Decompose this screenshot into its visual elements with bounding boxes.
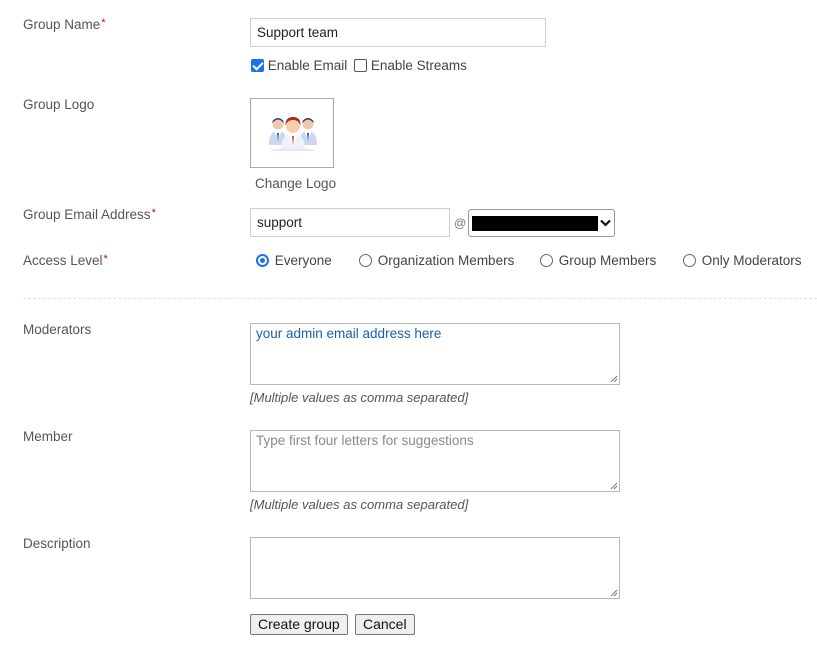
description-textarea[interactable] (250, 537, 620, 599)
access-option-label[interactable]: Everyone (275, 253, 332, 268)
moderators-textarea[interactable]: your admin email address here (250, 323, 620, 385)
resize-grip-icon[interactable] (610, 589, 618, 597)
chevron-down-icon (600, 219, 611, 227)
enable-email-checkbox[interactable] (251, 59, 264, 72)
resize-grip-icon[interactable] (610, 482, 618, 490)
section-divider (23, 298, 817, 299)
access-option-label[interactable]: Organization Members (378, 253, 515, 268)
at-sign: @ (454, 216, 467, 230)
access-option-group-members[interactable]: Group Members (540, 253, 656, 268)
member-textarea[interactable]: Type first four letters for suggestions (250, 430, 620, 492)
change-logo-link[interactable]: Change Logo (255, 176, 336, 191)
group-logo-label: Group Logo (23, 97, 95, 112)
moderators-label: Moderators (23, 322, 92, 337)
group-people-icon (269, 117, 317, 151)
enable-streams-checkbox[interactable] (354, 59, 368, 72)
radio-everyone[interactable] (256, 254, 269, 267)
member-label: Member (23, 429, 73, 444)
group-options: Enable Email Enable Streams (251, 58, 467, 73)
access-option-label[interactable]: Group Members (559, 253, 657, 268)
moderators-value: your admin email address here (256, 326, 442, 341)
group-email-label: Group Email Address* (23, 207, 156, 222)
access-option-label[interactable]: Only Moderators (702, 253, 802, 268)
required-mark: * (151, 207, 156, 219)
group-email-label-text: Group Email Address (23, 207, 151, 222)
group-name-label: Group Name* (23, 17, 106, 32)
radio-only-moderators[interactable] (683, 254, 696, 267)
access-level-label-text: Access Level (23, 253, 103, 268)
group-email-input[interactable] (250, 208, 450, 237)
access-option-organization-members[interactable]: Organization Members (359, 253, 514, 268)
create-group-button[interactable]: Create group (250, 614, 348, 635)
required-mark: * (101, 17, 106, 29)
group-name-input[interactable] (250, 18, 546, 47)
access-option-only-moderators[interactable]: Only Moderators (683, 253, 802, 268)
description-label: Description (23, 536, 91, 551)
moderators-hint: [Multiple values as comma separated] (250, 390, 469, 405)
resize-grip-icon[interactable] (610, 375, 618, 383)
cancel-button[interactable]: Cancel (355, 614, 415, 635)
group-name-label-text: Group Name (23, 17, 101, 32)
enable-email-label[interactable]: Enable Email (268, 58, 348, 73)
access-option-everyone[interactable]: Everyone (256, 253, 332, 268)
radio-group-members[interactable] (540, 254, 553, 267)
redacted-domain (472, 216, 598, 231)
access-level-label: Access Level* (23, 253, 108, 268)
group-logo-box[interactable] (250, 98, 334, 168)
enable-streams-label[interactable]: Enable Streams (371, 58, 467, 73)
email-domain-select[interactable] (468, 209, 615, 237)
radio-organization-members[interactable] (359, 254, 372, 267)
required-mark: * (103, 253, 108, 265)
member-placeholder: Type first four letters for suggestions (256, 433, 474, 448)
member-hint: [Multiple values as comma separated] (250, 497, 469, 512)
